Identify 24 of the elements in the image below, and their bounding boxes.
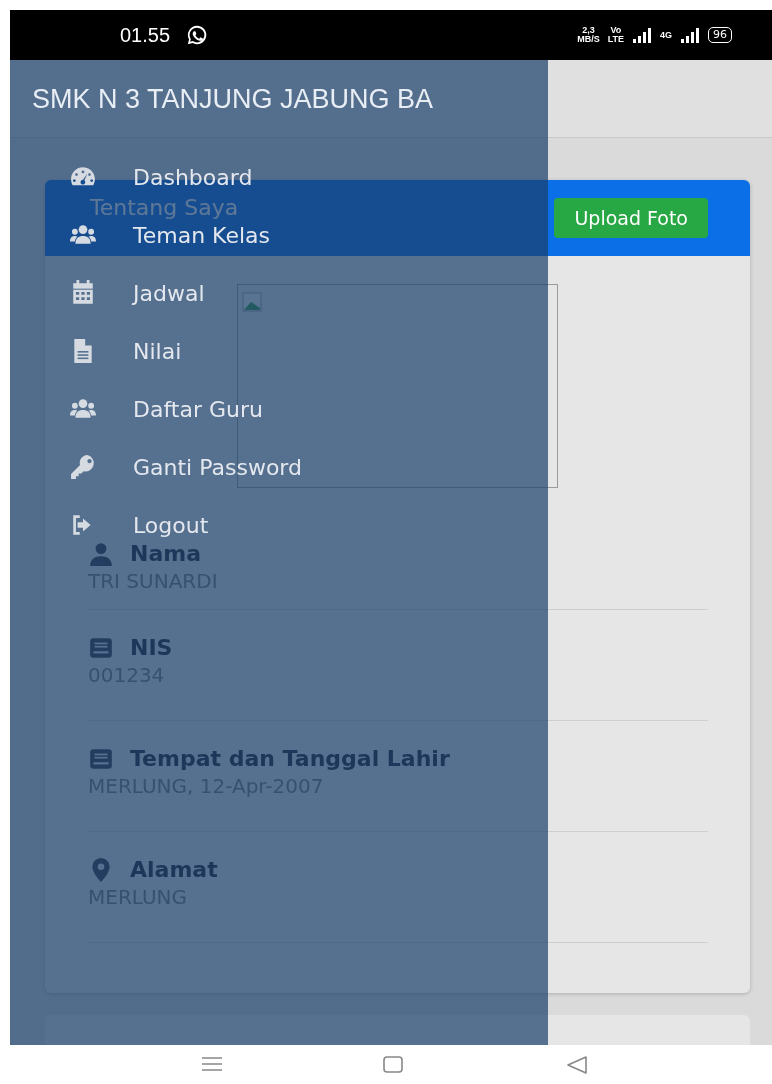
card-title: Tentang Saya	[90, 195, 239, 221]
data-speed: 2,3	[582, 26, 595, 35]
chat-icon	[186, 24, 209, 46]
battery-indicator: 96	[708, 27, 732, 43]
menu-item[interactable]: Logout	[68, 511, 209, 539]
signal-icon	[680, 27, 700, 43]
menu-item[interactable]: Daftar Guru	[68, 395, 263, 423]
network-type: 4G	[660, 30, 672, 40]
sidebar-title: SMK N 3 TANJUNG JABUNG BA	[31, 83, 435, 116]
field-label: Alamat	[130, 857, 218, 883]
volte-label: LTE	[607, 35, 624, 44]
signal-icon	[632, 27, 652, 43]
field-label: Nama	[130, 541, 202, 567]
field-label: NIS	[130, 635, 173, 661]
menu-item[interactable]: Ganti Password	[68, 453, 302, 481]
status-time: 01.55	[120, 23, 171, 48]
speed-unit: MB/S	[577, 35, 600, 44]
menu-item[interactable]: Jadwal	[68, 279, 205, 307]
upload-button[interactable]: Upload Foto	[554, 197, 708, 239]
menu-item[interactable]: Teman Kelas	[68, 221, 270, 249]
menu-item[interactable]: Dashboard	[68, 163, 253, 191]
menu-item[interactable]: Nilai	[68, 337, 182, 365]
volte-label: Vo	[609, 26, 623, 35]
field-label: Tempat dan Tanggal Lahir	[130, 746, 450, 772]
